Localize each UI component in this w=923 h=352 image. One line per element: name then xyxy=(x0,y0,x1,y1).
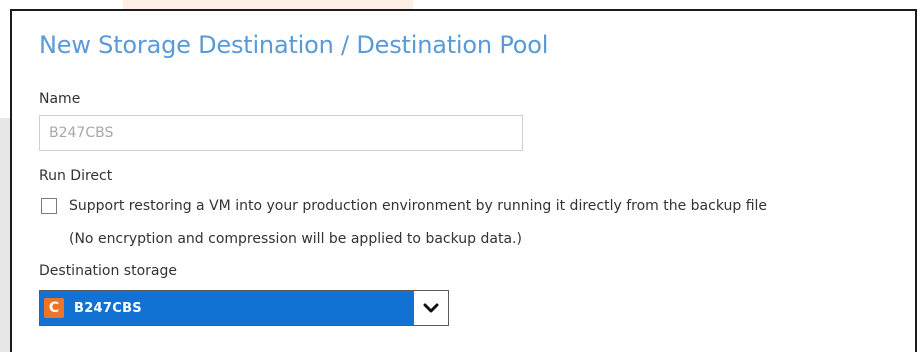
destination-storage-label: Destination storage xyxy=(39,263,177,279)
destination-storage-value: B247CBS xyxy=(74,300,142,316)
background-tab xyxy=(123,0,413,9)
background-panel-edge xyxy=(0,118,10,352)
cloudbacko-c-icon: C xyxy=(44,298,64,318)
name-label: Name xyxy=(39,91,81,107)
screen: New Storage Destination / Destination Po… xyxy=(0,0,923,352)
chevron-down-icon[interactable] xyxy=(414,291,448,325)
run-direct-checkbox-label[interactable]: Support restoring a VM into your product… xyxy=(69,198,767,214)
new-storage-destination-dialog: New Storage Destination / Destination Po… xyxy=(10,9,917,352)
run-direct-label: Run Direct xyxy=(39,168,113,184)
destination-storage-selected[interactable]: C B247CBS xyxy=(40,291,414,325)
name-input[interactable] xyxy=(39,115,523,151)
run-direct-note: (No encryption and compression will be a… xyxy=(69,231,522,247)
destination-storage-dropdown[interactable]: C B247CBS xyxy=(39,290,449,326)
dialog-title: New Storage Destination / Destination Po… xyxy=(39,31,549,59)
run-direct-checkbox[interactable] xyxy=(41,198,57,214)
